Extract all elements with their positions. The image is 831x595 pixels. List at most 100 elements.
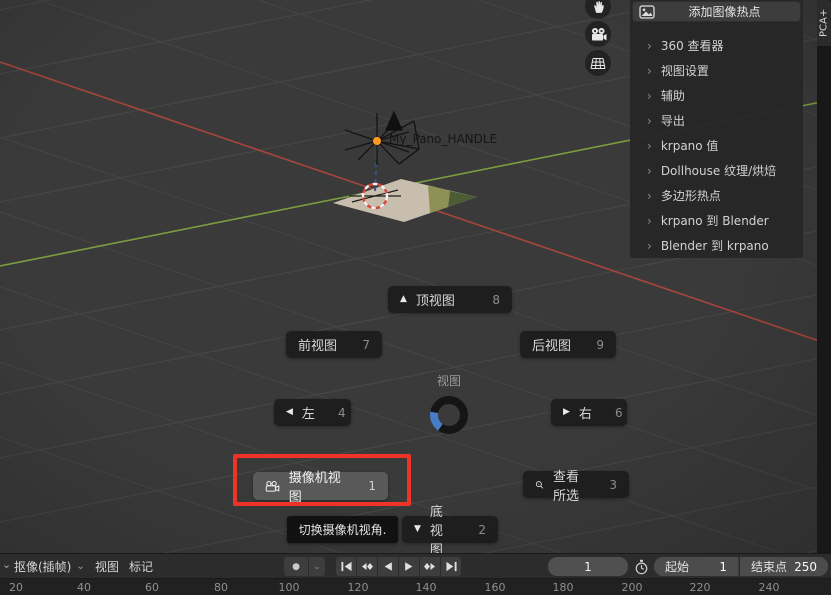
previous-keyframe-button[interactable] <box>357 557 377 576</box>
auto-keying-dropdown[interactable]: ⌄ <box>308 557 325 576</box>
panel-section-blender-to-krpano[interactable]: › Blender 到 krpano <box>630 233 803 258</box>
prev-keyframe-icon <box>360 561 374 572</box>
editor-type-button[interactable]: ⌄ <box>1 558 12 571</box>
pie-item-front-view[interactable]: 前视图 7 <box>286 331 382 358</box>
panel-section-label: 导出 <box>661 112 685 129</box>
empty-origin-dot <box>373 137 381 145</box>
panel-section-label: 360 查看器 <box>661 37 724 54</box>
camera-view-tooltip: 切换摄像机视角. <box>287 516 398 543</box>
shortcut-key: 8 <box>478 293 500 307</box>
panel-section-label: krpano 到 Blender <box>661 212 769 229</box>
timeline-menu-marker[interactable]: 标记 <box>129 558 153 575</box>
frame-start-value: 1 <box>719 560 727 574</box>
jump-to-end-button[interactable] <box>441 557 461 576</box>
ruler-tick: 220 <box>690 581 711 594</box>
object-label: My_Pano_HANDLE <box>389 132 497 146</box>
chevron-right-icon: › <box>647 190 652 202</box>
ruler-tick: 160 <box>485 581 506 594</box>
playback-controls <box>336 557 461 576</box>
pie-item-left-view[interactable]: ◀ 左 4 <box>274 399 351 426</box>
current-frame-field[interactable]: 1 <box>548 557 628 576</box>
play-reverse-icon <box>382 561 394 572</box>
ruler-tick: 180 <box>553 581 574 594</box>
frame-end-label: 结束点 <box>751 558 787 575</box>
chevron-down-icon: ⌄ <box>76 561 84 572</box>
frame-end-value: 250 <box>794 560 817 574</box>
jump-to-start-button[interactable] <box>336 557 356 576</box>
timeline-menu-view[interactable]: 视图 <box>95 558 119 575</box>
pie-item-camera-view[interactable]: 摄像机视图 1 <box>253 472 388 500</box>
play-button[interactable] <box>399 557 419 576</box>
play-icon <box>403 561 415 572</box>
pie-item-label: 摄像机视图 <box>289 467 346 505</box>
zoom-selected-icon <box>535 478 544 492</box>
play-reverse-button[interactable] <box>378 557 398 576</box>
ortho-grid-gizmo-button[interactable] <box>585 50 611 76</box>
grid-perspective-icon <box>590 56 606 70</box>
chevron-down-icon: ⌄ <box>313 562 321 572</box>
ruler-tick: 40 <box>77 581 91 594</box>
next-keyframe-button[interactable] <box>420 557 440 576</box>
panel-section-krpano-to-blender[interactable]: › krpano 到 Blender <box>630 208 803 233</box>
pie-item-bottom-view[interactable]: ▼ 底视图 2 <box>402 516 498 543</box>
camera-view-icon <box>590 27 607 42</box>
pie-item-view-selected[interactable]: 查看所选 3 <box>523 471 629 498</box>
panel-section-dollhouse[interactable]: › Dollhouse 纹理/烘焙 <box>630 158 803 183</box>
shortcut-key: 3 <box>595 478 617 492</box>
frame-start-label: 起始 <box>665 558 689 575</box>
pano-plane <box>333 179 477 222</box>
timeline-scrubber[interactable]: 20 40 60 80 100 120 140 160 180 200 220 … <box>0 578 831 595</box>
add-image-hotspot-button[interactable]: 添加图像热点 <box>632 1 801 22</box>
pie-item-label: 后视图 <box>532 335 571 354</box>
sidebar-tab-strip: PCA+ <box>817 0 831 553</box>
panel-section-label: 视图设置 <box>661 62 709 79</box>
pie-item-label: 右 <box>579 403 592 422</box>
chevron-right-icon: › <box>647 115 652 127</box>
pie-item-label: 顶视图 <box>416 290 455 309</box>
stopwatch-icon <box>634 559 649 575</box>
use-preview-range-button[interactable] <box>632 557 651 576</box>
keying-mode-dropdown[interactable]: 抠像(插帧) ⌄ <box>14 557 85 575</box>
pie-item-label: 底视图 <box>430 501 455 553</box>
ruler-tick: 200 <box>622 581 643 594</box>
timeline-header: ⌄ 抠像(插帧) ⌄ 视图 标记 ● ⌄ <box>0 554 831 578</box>
image-icon <box>639 5 655 19</box>
pie-item-label: 查看所选 <box>553 466 586 504</box>
ruler-tick: 240 <box>759 581 780 594</box>
triangle-down-icon: ▼ <box>414 525 421 534</box>
pan-hand-icon <box>591 0 606 14</box>
pie-item-top-view[interactable]: ▲ 顶视图 8 <box>388 286 512 313</box>
pie-menu-title: 视图 <box>437 372 461 389</box>
chevron-right-icon: › <box>647 140 652 152</box>
panel-section-label: krpano 值 <box>661 137 719 154</box>
chevron-right-icon: › <box>647 165 652 177</box>
panel-section-view-settings[interactable]: › 视图设置 <box>630 58 803 83</box>
pie-menu-direction-ring <box>426 392 472 438</box>
panel-section-list: › 360 查看器 › 视图设置 › 辅助 › 导出 › krpano 值 › … <box>630 33 803 258</box>
pie-item-label: 左 <box>302 403 315 422</box>
frame-end-field[interactable]: 结束点 250 <box>740 557 828 576</box>
next-keyframe-icon <box>423 561 437 572</box>
camera-view-gizmo-button[interactable] <box>585 21 611 47</box>
sidebar-tab-pca[interactable]: PCA+ <box>817 0 831 46</box>
chevron-right-icon: › <box>647 65 652 77</box>
timeline-editor: ⌄ 抠像(插帧) ⌄ 视图 标记 ● ⌄ <box>0 553 831 595</box>
pie-item-label: 前视图 <box>298 335 337 354</box>
panel-section-360-viewer[interactable]: › 360 查看器 <box>630 33 803 58</box>
triangle-left-icon: ◀ <box>286 408 293 417</box>
panel-section-polygon-hotspot[interactable]: › 多边形热点 <box>630 183 803 208</box>
shortcut-key: 9 <box>582 338 604 352</box>
panel-section-export[interactable]: › 导出 <box>630 108 803 133</box>
panel-section-label: Dollhouse 纹理/烘焙 <box>661 162 776 179</box>
ruler-tick: 100 <box>279 581 300 594</box>
pie-item-right-view[interactable]: ▶ 右 6 <box>551 399 627 426</box>
ruler-tick: 80 <box>214 581 228 594</box>
frame-start-field[interactable]: 起始 1 <box>654 557 739 576</box>
blender-window: My_Pano_HANDLE <box>0 0 831 595</box>
chevron-right-icon: › <box>647 90 652 102</box>
pie-item-back-view[interactable]: 后视图 9 <box>520 331 616 358</box>
movie-camera-icon <box>265 480 280 493</box>
auto-keying-record-button[interactable]: ● <box>284 557 308 576</box>
panel-section-assist[interactable]: › 辅助 <box>630 83 803 108</box>
panel-section-krpano-values[interactable]: › krpano 值 <box>630 133 803 158</box>
